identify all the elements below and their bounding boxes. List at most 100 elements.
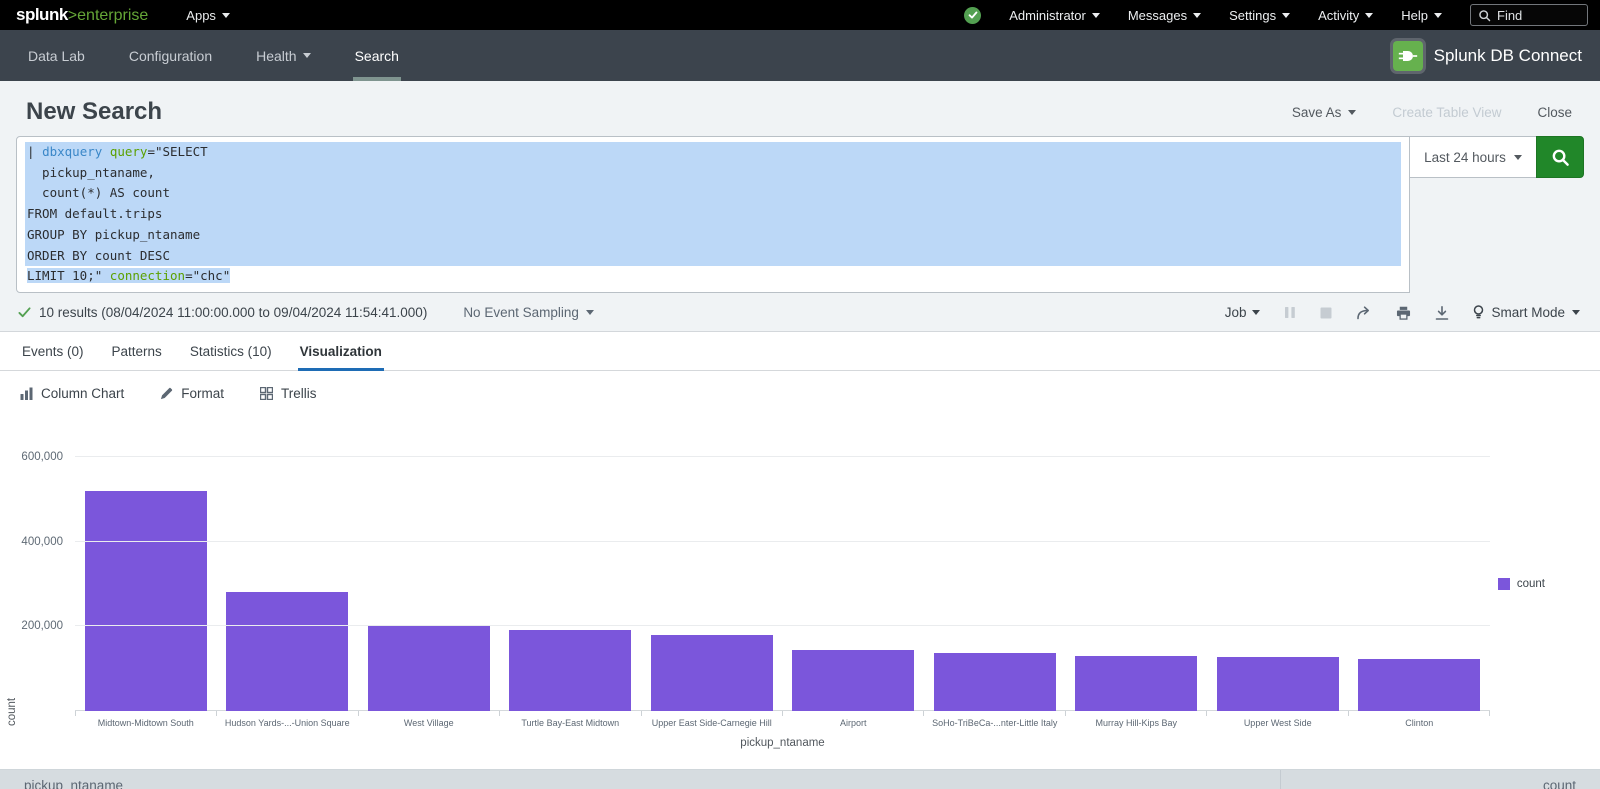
tab-label: Patterns <box>112 344 162 359</box>
bar-3[interactable] <box>368 625 490 711</box>
column-chart-icon <box>20 387 33 400</box>
event-sampling-dropdown[interactable]: No Event Sampling <box>463 305 594 320</box>
query-line: ORDER BY count DESC <box>25 246 1401 267</box>
chevron-down-icon <box>1572 310 1580 315</box>
lightbulb-icon <box>1473 305 1484 320</box>
menu-messages[interactable]: Messages <box>1128 8 1201 23</box>
bar-7[interactable] <box>934 653 1056 711</box>
export-button[interactable] <box>1435 306 1449 320</box>
logo-brand: splunk <box>16 5 68 25</box>
menu-settings[interactable]: Settings <box>1229 8 1290 23</box>
tab-label: Visualization <box>300 344 382 359</box>
legend-label: count <box>1517 578 1545 590</box>
legend-item-count[interactable]: count <box>1498 578 1545 590</box>
chevron-down-icon <box>1092 13 1100 18</box>
chevron-down-icon <box>1514 155 1522 160</box>
apps-menu[interactable]: Apps <box>186 8 230 23</box>
x-tick <box>76 711 217 716</box>
db-connect-plug-icon <box>1393 41 1423 71</box>
chart-type-label: Column Chart <box>41 386 124 401</box>
bar-10[interactable] <box>1358 659 1480 711</box>
run-search-button[interactable] <box>1536 136 1584 178</box>
nav-item-health[interactable]: Health <box>234 30 332 81</box>
tab-events[interactable]: Events (0) <box>8 332 98 370</box>
page-header: New Search Save As Create Table View Clo… <box>0 81 1600 130</box>
splunk-logo[interactable]: splunk>enterprise <box>16 5 148 25</box>
statistics-table-header: pickup_ntaname count <box>0 769 1600 789</box>
chevron-down-icon <box>1365 13 1373 18</box>
bar-2[interactable] <box>226 592 348 711</box>
job-menu-label: Job <box>1225 305 1247 320</box>
save-as-label: Save As <box>1292 105 1342 120</box>
trellis-button[interactable]: Trellis <box>260 386 317 401</box>
nav-label: Configuration <box>129 48 212 64</box>
x-category-label: Airport <box>783 718 925 728</box>
job-menu[interactable]: Job <box>1225 305 1261 320</box>
find-input[interactable] <box>1497 8 1580 23</box>
trellis-icon <box>260 387 273 400</box>
x-category-label: Upper West Side <box>1207 718 1349 728</box>
format-button[interactable]: Format <box>160 386 224 401</box>
column-header-label: count <box>1543 778 1576 789</box>
app-identity[interactable]: Splunk DB Connect <box>1393 30 1582 81</box>
x-category-label: Murray Hill-Kips Bay <box>1066 718 1208 728</box>
search-query-editor[interactable]: | dbxquery query="SELECT pickup_ntaname,… <box>16 136 1410 293</box>
menu-administrator[interactable]: Administrator <box>1009 8 1100 23</box>
bar-6[interactable] <box>792 650 914 711</box>
menu-activity[interactable]: Activity <box>1318 8 1373 23</box>
tab-label: Events (0) <box>22 344 84 359</box>
query-token: LIMIT 10;" <box>27 268 110 283</box>
save-as-button[interactable]: Save As <box>1292 105 1357 120</box>
print-button[interactable] <box>1396 306 1411 320</box>
event-sampling-label: No Event Sampling <box>463 305 579 320</box>
gridline <box>75 541 1490 542</box>
success-check-icon <box>18 306 31 319</box>
chart-bars <box>75 436 1490 711</box>
results-summary-text: 10 results (08/04/2024 11:00:00.000 to 0… <box>39 305 427 320</box>
chevron-down-icon <box>1252 310 1260 315</box>
menu-label: Settings <box>1229 8 1276 23</box>
bar-8[interactable] <box>1075 656 1197 711</box>
tab-statistics[interactable]: Statistics (10) <box>176 332 286 370</box>
query-token <box>102 144 110 159</box>
menu-label: Administrator <box>1009 8 1086 23</box>
create-table-view-button[interactable]: Create Table View <box>1392 105 1501 120</box>
x-category-label: Midtown-Midtown South <box>75 718 217 728</box>
chevron-down-icon <box>1434 13 1442 18</box>
close-button[interactable]: Close <box>1537 105 1572 120</box>
top-system-bar: splunk>enterprise Apps Administrator Mes… <box>0 0 1600 30</box>
nav-item-search[interactable]: Search <box>333 30 421 81</box>
menu-help[interactable]: Help <box>1401 8 1442 23</box>
column-header-pickup-ntaname[interactable]: pickup_ntaname <box>0 770 1280 789</box>
bar-1[interactable] <box>85 491 207 711</box>
pause-button[interactable] <box>1284 306 1296 319</box>
nav-item-configuration[interactable]: Configuration <box>107 30 234 81</box>
tab-patterns[interactable]: Patterns <box>98 332 176 370</box>
search-mode-dropdown[interactable]: Smart Mode <box>1473 305 1580 320</box>
query-line: count(*) AS count <box>25 183 1401 204</box>
nav-item-data-lab[interactable]: Data Lab <box>0 30 107 81</box>
x-tick <box>924 711 1065 716</box>
x-tick <box>642 711 783 716</box>
bar-4[interactable] <box>509 630 631 711</box>
query-line: FROM default.trips <box>25 204 1401 225</box>
results-status-bar: 10 results (08/04/2024 11:00:00.000 to 0… <box>0 293 1600 332</box>
stop-button[interactable] <box>1320 307 1332 319</box>
bar-9[interactable] <box>1217 657 1339 711</box>
x-category-label: Upper East Side-Carnegie Hill <box>641 718 783 728</box>
nav-label: Data Lab <box>28 48 85 64</box>
bar-slot <box>217 436 359 711</box>
column-header-count[interactable]: count <box>1280 770 1600 789</box>
chart-plot-area: 200,000400,000600,000 <box>75 436 1490 711</box>
health-status-icon[interactable] <box>964 7 981 24</box>
find-search-box[interactable] <box>1470 4 1588 26</box>
print-icon <box>1396 306 1411 320</box>
bar-5[interactable] <box>651 635 773 711</box>
chevron-down-icon <box>1348 110 1356 115</box>
y-tick-label: 200,000 <box>21 620 63 632</box>
time-range-picker[interactable]: Last 24 hours <box>1409 136 1537 178</box>
column-chart: count 200,000400,000600,000 Midtown-Midt… <box>0 406 1600 769</box>
chart-type-button[interactable]: Column Chart <box>20 386 124 401</box>
share-button[interactable] <box>1356 306 1372 320</box>
tab-visualization[interactable]: Visualization <box>286 332 396 370</box>
